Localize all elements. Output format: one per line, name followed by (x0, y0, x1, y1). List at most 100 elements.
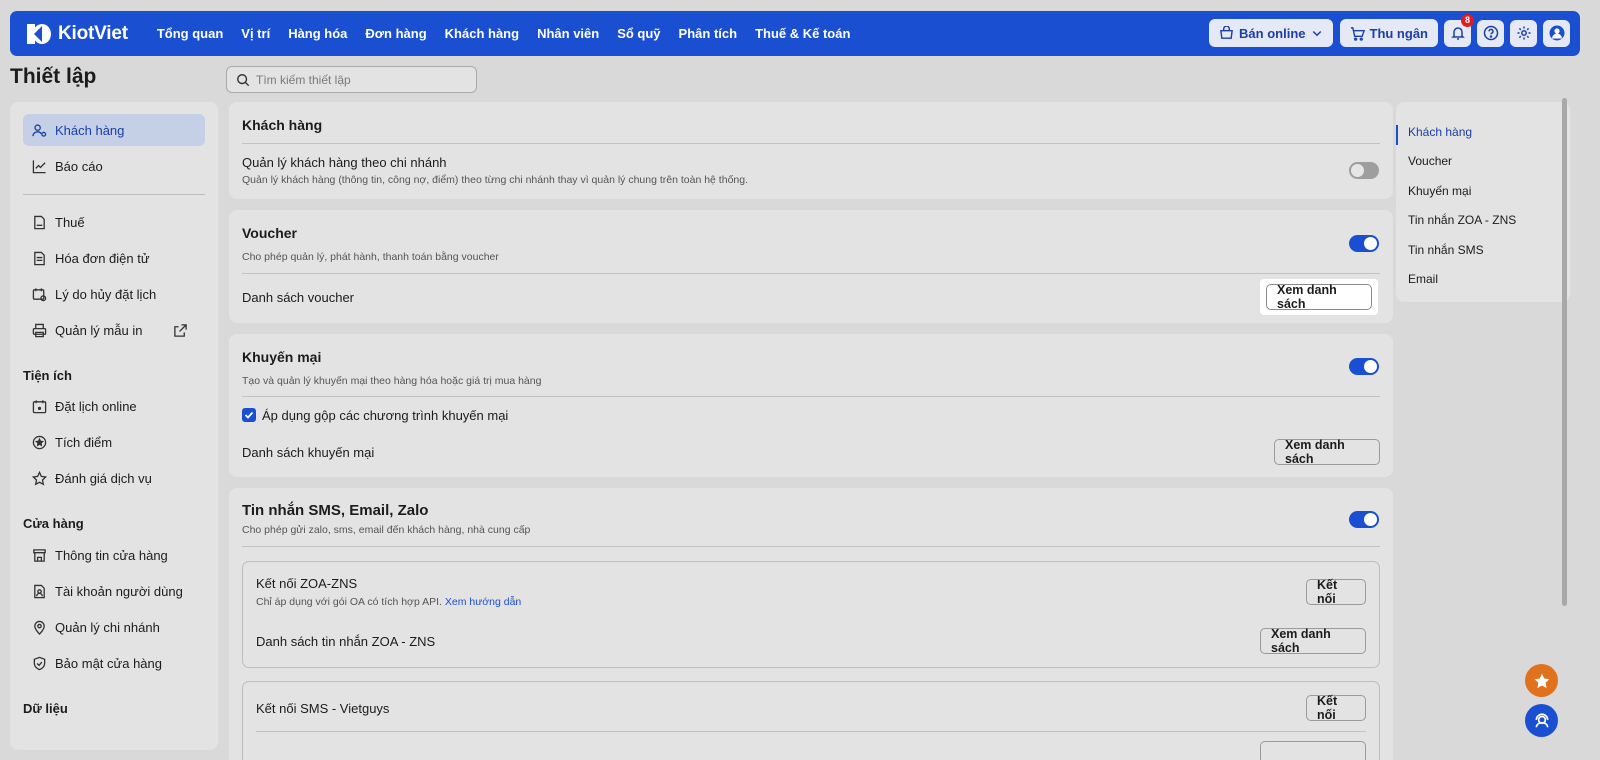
calendar-cancel-icon (32, 287, 47, 301)
zns-connect-button[interactable]: Kết nối (1306, 578, 1366, 606)
voucher-list-button[interactable]: Xem danh sách (1266, 283, 1372, 311)
check-icon (244, 411, 254, 419)
nav-nhan-vien[interactable]: Nhân viên (537, 26, 599, 41)
sidebar-item-bao-mat-cua-hang[interactable]: Bảo mật cửa hàng (23, 647, 205, 679)
card-title: Voucher (242, 225, 297, 241)
sidebar-item-danh-gia-dich-vu[interactable]: Đánh giá dịch vụ (23, 462, 205, 494)
sidebar-item-label: Đánh giá dịch vụ (55, 470, 152, 486)
help-button[interactable] (1477, 19, 1504, 47)
anchor-sms[interactable]: Tin nhắn SMS (1408, 243, 1484, 257)
gear-icon (1517, 26, 1530, 40)
sidebar-item-dat-lich-online[interactable]: Đặt lịch online (23, 390, 205, 422)
sidebar-item-label: Đặt lịch online (55, 398, 137, 414)
card-khuyen-mai: Khuyến mại Tạo và quản lý khuyến mại the… (229, 334, 1393, 477)
chevron-down-icon (1312, 30, 1321, 37)
nav-hang-hoa[interactable]: Hàng hóa (288, 26, 347, 41)
card-khach-hang: Khách hàng Quản lý khách hàng theo chi n… (229, 102, 1393, 199)
sms-title: Kết nối SMS - Vietguys (256, 701, 390, 716)
sidebar-item-label: Thông tin cửa hàng (55, 547, 168, 563)
sidebar-item-label: Lý do hủy đặt lịch (55, 286, 157, 302)
avatar-icon (1549, 25, 1564, 41)
sidebar-item-label: Hóa đơn điện tử (55, 250, 150, 266)
sidebar-item-label: Quản lý mẫu in (55, 322, 143, 338)
cart-online-icon (1220, 25, 1233, 39)
sell-online-button[interactable]: Bán online (1209, 19, 1333, 47)
favorite-fab[interactable] (1525, 664, 1558, 697)
promo-list-button[interactable]: Xem danh sách (1274, 438, 1380, 466)
settings-sidebar: Khách hàng Báo cáo Thuế Hóa đơn điện tử … (10, 102, 218, 750)
sidebar-item-quan-ly-chi-nhanh[interactable]: Quản lý chi nhánh (23, 611, 205, 643)
card-voucher: Voucher Cho phép quản lý, phát hành, tha… (229, 210, 1393, 323)
sidebar-item-tai-khoan-nguoi-dung[interactable]: Tài khoản người dùng (23, 575, 205, 607)
nav-vi-tri[interactable]: Vị trí (241, 26, 270, 41)
sidebar-divider (23, 194, 205, 195)
top-navbar: KiotViet Tổng quan Vị trí Hàng hóa Đơn h… (10, 11, 1580, 56)
sidebar-item-ly-do-huy[interactable]: Lý do hủy đặt lịch (23, 278, 205, 310)
user-avatar-button[interactable] (1543, 19, 1570, 47)
voucher-list-label: Danh sách voucher (242, 290, 355, 305)
divider (242, 546, 1380, 547)
shield-icon (33, 656, 46, 670)
sidebar-item-thue[interactable]: Thuế (23, 206, 205, 238)
kiotviet-logo-icon (27, 23, 51, 44)
support-fab[interactable] (1525, 704, 1558, 737)
cart-icon (1350, 26, 1365, 41)
sidebar-item-label: Bảo mật cửa hàng (55, 655, 162, 671)
zns-guide-link[interactable]: Xem hướng dẫn (445, 596, 521, 608)
settings-button[interactable] (1510, 19, 1537, 47)
kiotviet-logo[interactable]: KiotViet (24, 20, 128, 48)
sms-connect-button[interactable]: Kết nối (1306, 694, 1366, 722)
nav-thue-ke-toan[interactable]: Thuế & Kế toán (755, 26, 850, 41)
star-fab-icon (1534, 673, 1549, 688)
sidebar-item-label: Tích điểm (55, 434, 113, 450)
page-title: Thiết lập (10, 65, 97, 88)
promo-toggle[interactable] (1349, 358, 1379, 375)
sidebar-item-khach-hang[interactable]: Khách hàng (23, 114, 205, 146)
sidebar-item-label: Báo cáo (55, 158, 103, 174)
zns-desc: Chỉ áp dụng với gói OA có tích hợp API. … (256, 596, 521, 608)
messaging-toggle[interactable] (1349, 511, 1379, 528)
section-tien-ich: Tiện ích (23, 368, 72, 383)
anchor-voucher[interactable]: Voucher (1408, 154, 1452, 168)
section-du-lieu: Dữ liệu (23, 701, 68, 716)
sms-list-button[interactable] (1260, 741, 1366, 760)
anchor-khuyen-mai[interactable]: Khuyến mại (1408, 184, 1471, 198)
sidebar-item-label: Tài khoản người dùng (55, 583, 183, 599)
zns-title: Kết nối ZOA-ZNS (256, 576, 358, 591)
nav-so-quy[interactable]: Sổ quỹ (617, 26, 660, 41)
location-icon (34, 620, 45, 635)
sidebar-item-thong-tin-cua-hang[interactable]: Thông tin cửa hàng (23, 539, 205, 571)
nav-tong-quan[interactable]: Tổng quan (157, 26, 223, 41)
divider (242, 143, 1380, 144)
active-indicator (1396, 125, 1398, 145)
vat-doc-icon (34, 215, 45, 229)
divider (242, 396, 1380, 397)
nav-khach-hang[interactable]: Khách hàng (445, 26, 519, 41)
nav-phan-tich[interactable]: Phân tích (679, 26, 738, 41)
branch-customer-toggle[interactable] (1349, 162, 1379, 179)
anchor-khach-hang[interactable]: Khách hàng (1408, 125, 1472, 139)
sidebar-item-label: Khách hàng (55, 122, 125, 138)
anchor-email[interactable]: Email (1408, 272, 1438, 286)
bell-icon (1450, 27, 1465, 40)
sidebar-item-bao-cao[interactable]: Báo cáo (23, 150, 205, 182)
brand-name: KiotViet (58, 22, 128, 44)
zns-list-button[interactable]: Xem danh sách (1260, 627, 1366, 655)
search-input[interactable] (256, 72, 456, 87)
voucher-toggle[interactable] (1349, 235, 1379, 252)
cashier-button[interactable]: Thu ngân (1339, 19, 1438, 47)
card-desc: Cho phép quản lý, phát hành, thanh toán … (242, 251, 499, 263)
card-title: Khách hàng (242, 117, 323, 133)
page-scrollbar[interactable] (1562, 98, 1567, 606)
nav-don-hang[interactable]: Đơn hàng (365, 26, 426, 41)
divider (256, 731, 1366, 732)
notification-button[interactable]: 8 (1444, 13, 1474, 47)
sidebar-item-quan-ly-mau-in[interactable]: Quản lý mẫu in (23, 314, 205, 346)
sidebar-item-tich-diem[interactable]: Tích điểm (23, 426, 205, 458)
anchor-zoa-zns[interactable]: Tin nhắn ZOA - ZNS (1408, 213, 1516, 227)
combine-promo-checkbox[interactable] (242, 408, 256, 422)
settings-search[interactable] (226, 66, 477, 93)
star-circle-icon (32, 435, 47, 449)
sidebar-item-hoa-don-dien-tu[interactable]: Hóa đơn điện tử (23, 242, 205, 274)
card-tin-nhan: Tin nhắn SMS, Email, Zalo Cho phép gửi z… (229, 488, 1393, 760)
